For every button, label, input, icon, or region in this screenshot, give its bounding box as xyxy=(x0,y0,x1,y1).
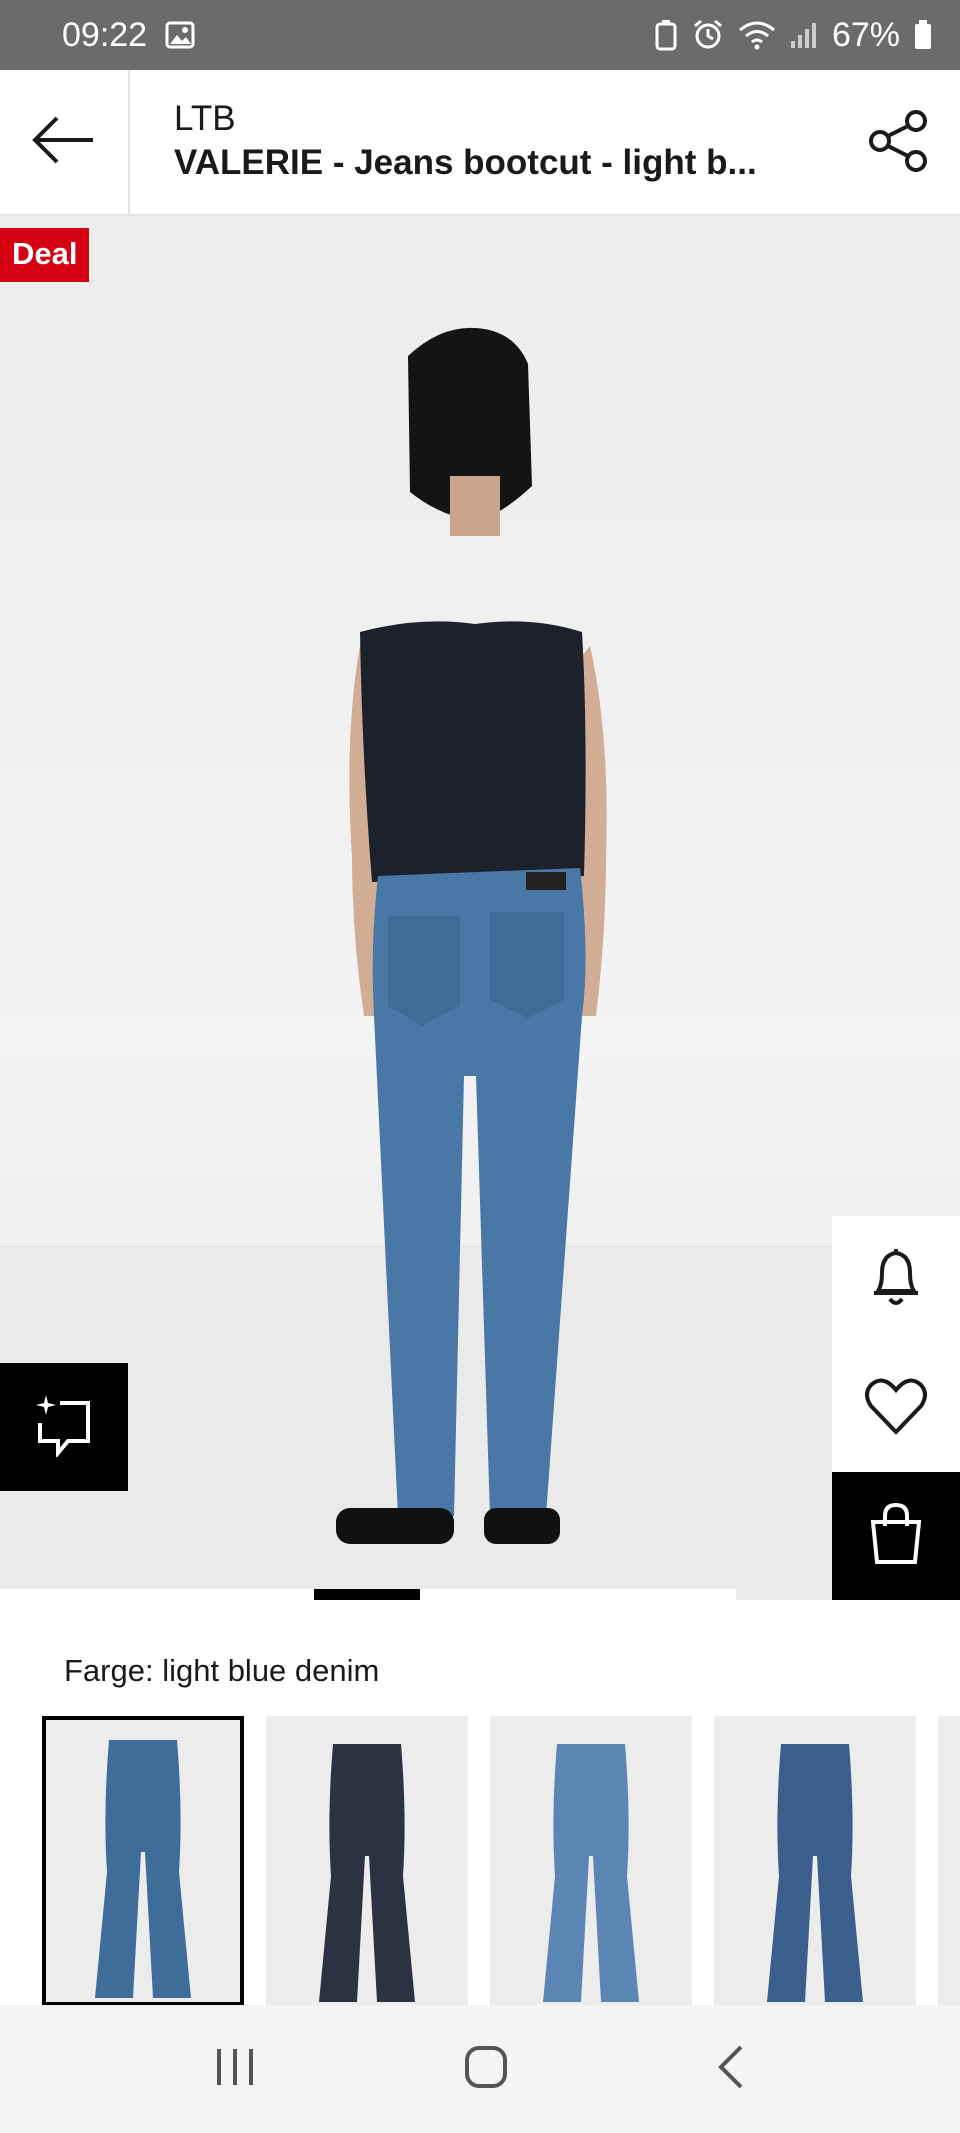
swatch-jeans-image xyxy=(543,1744,639,2002)
app-header: LTB VALERIE - Jeans bootcut - light b... xyxy=(0,70,960,216)
battery-saver-icon xyxy=(654,19,678,51)
share-button[interactable] xyxy=(864,108,934,178)
wishlist-button[interactable] xyxy=(832,1344,960,1472)
recent-apps-button[interactable] xyxy=(211,2045,259,2094)
alarm-icon xyxy=(692,19,724,51)
color-swatch[interactable] xyxy=(938,1716,960,2006)
gallery-notification-icon xyxy=(165,20,195,50)
system-nav-bar xyxy=(0,2005,960,2133)
share-icon xyxy=(866,108,932,179)
back-button[interactable] xyxy=(0,70,130,214)
back-nav-button[interactable] xyxy=(713,2043,749,2096)
battery-percentage: 67% xyxy=(831,15,900,54)
notify-button[interactable] xyxy=(832,1216,960,1344)
back-arrow-icon xyxy=(31,115,97,170)
color-label: Farge: light blue denim xyxy=(64,1653,380,1688)
color-swatch[interactable] xyxy=(42,1716,244,2006)
similar-items-icon xyxy=(34,1393,94,1462)
battery-icon xyxy=(914,20,932,50)
heart-icon xyxy=(863,1376,929,1441)
pager-thumb xyxy=(314,1589,420,1600)
deal-badge: Deal xyxy=(0,228,90,282)
brand-name: LTB xyxy=(174,99,236,138)
signal-icon xyxy=(790,21,818,49)
status-time: 09:22 xyxy=(62,15,148,54)
product-photo-model xyxy=(336,327,607,1544)
color-swatch[interactable] xyxy=(490,1716,692,2006)
gallery-pager xyxy=(0,1589,960,1600)
color-swatch[interactable] xyxy=(714,1716,916,2006)
status-bar: 09:22 67% xyxy=(0,0,960,70)
color-swatches xyxy=(42,1716,960,2006)
home-button[interactable] xyxy=(462,2043,510,2096)
bell-icon xyxy=(868,1247,924,1314)
swatch-jeans-image xyxy=(319,1744,415,2002)
color-swatch[interactable] xyxy=(266,1716,468,2006)
shopping-bag-icon xyxy=(867,1502,925,1571)
add-to-bag-button[interactable] xyxy=(832,1472,960,1600)
product-image-gallery[interactable]: Deal xyxy=(0,216,960,1600)
find-similar-button[interactable] xyxy=(0,1363,128,1491)
side-actions xyxy=(832,1216,960,1600)
swatch-jeans-image xyxy=(95,1740,191,1998)
swatch-jeans-image xyxy=(767,1744,863,2002)
header-titles: LTB VALERIE - Jeans bootcut - light b... xyxy=(174,98,834,186)
wifi-icon xyxy=(738,20,776,50)
product-title: VALERIE - Jeans bootcut - light b... xyxy=(174,143,757,182)
